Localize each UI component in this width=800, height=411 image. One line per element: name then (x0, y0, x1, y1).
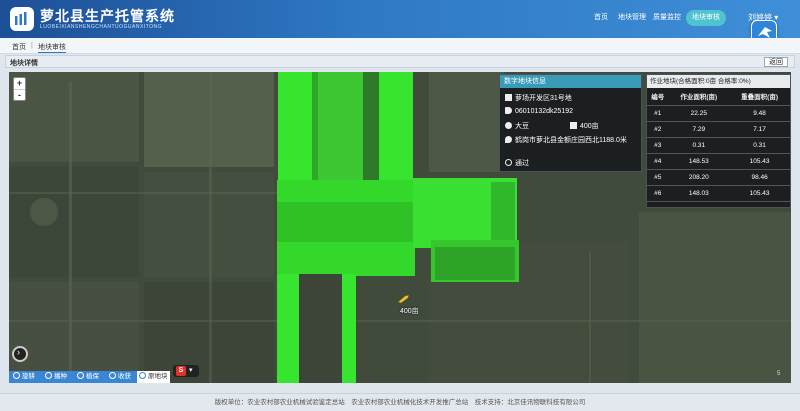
field-area-row: 400亩 (570, 121, 599, 131)
field-name: 萝场开发区31号地 (515, 95, 572, 102)
table-cell: 148.03 (668, 185, 730, 202)
field-list-icon (505, 94, 512, 101)
zoom-in-button[interactable]: + (14, 78, 25, 89)
table-cell: 208.20 (668, 169, 730, 186)
radio-icon (139, 372, 146, 379)
zoom-out-button[interactable]: - (14, 89, 25, 100)
legend-plant-protection[interactable]: 植保 (77, 372, 99, 382)
radio-icon (45, 372, 52, 379)
field-area: 400亩 (580, 123, 599, 130)
breadcrumb: 首页 | 地块审核 (0, 38, 800, 54)
table-row[interactable]: #2 7.29 7.17 (647, 121, 790, 138)
panel-title: 地块详情 (10, 60, 38, 67)
table-cell: 0.31 (668, 137, 730, 154)
panel-header: 地块详情 返回 (5, 55, 795, 68)
table-cell: 9.48 (729, 105, 790, 122)
breadcrumb-field-review[interactable]: 地块审核 (38, 42, 66, 53)
work-plot-title: 作业地块(合格面积:0亩 合格率:0%) (647, 75, 790, 88)
table-cell: #4 (647, 153, 669, 170)
table-row[interactable]: #4 148.53 105.43 (647, 153, 790, 170)
chevron-down-icon: ▾ (189, 367, 193, 374)
s-logo-icon: S (176, 366, 186, 376)
radio-icon (77, 372, 84, 379)
column-header: 编号 (647, 88, 669, 106)
app-subtitle: LUOBEIXIANSHENGCHANTUOGUANXITONG (40, 24, 163, 30)
table-cell: 105.43 (729, 153, 790, 170)
radio-icon (109, 372, 116, 379)
table-cell: #6 (647, 185, 669, 202)
zoom-control: + - (13, 77, 26, 101)
field-crop-row: 大豆 (505, 121, 529, 131)
work-plot-panel: 作业地块(合格面积:0亩 合格率:0%) 编号 作业面积(亩) 重叠面积(亩) … (646, 74, 791, 208)
field-info-panel: 数字地块信息 萝场开发区31号地 06010132dk25192 大豆 400亩… (499, 74, 642, 172)
app-title: 萝北县生产托管系统 (40, 8, 175, 24)
field-status: 通过 (515, 160, 529, 167)
back-button[interactable]: 返回 (764, 57, 788, 67)
breadcrumb-home[interactable]: 首页 (12, 42, 26, 52)
table-cell: #1 (647, 105, 669, 122)
refresh-icon (505, 159, 512, 166)
legend-sowing[interactable]: 播种 (45, 372, 67, 382)
legend-original-field[interactable]: 原地块 (137, 371, 170, 383)
field-name-row: 萝场开发区31号地 (505, 93, 572, 103)
field-location: 鹤岗市萝北县金额庄园西北1188.0米 (515, 137, 627, 144)
column-header: 重叠面积(亩) (729, 88, 790, 106)
table-row[interactable]: #5 208.20 98.46 (647, 169, 790, 186)
work-plot-table: 编号 作业面积(亩) 重叠面积(亩) #1 22.25 9.48 #2 7.29… (647, 88, 790, 202)
nav-field-review[interactable]: 地块审核 (686, 10, 726, 26)
field-crop: 大豆 (515, 123, 529, 130)
tag-icon (505, 107, 512, 114)
breadcrumb-separator: | (31, 42, 33, 49)
table-cell: #3 (647, 137, 669, 154)
table-row[interactable]: #3 0.31 0.31 (647, 137, 790, 154)
nav-field-management[interactable]: 地块管理 (614, 10, 650, 26)
play-track-button[interactable]: › (12, 346, 28, 362)
field-status-row: 通过 (505, 158, 529, 168)
field-info-title: 数字地块信息 (500, 75, 641, 88)
app-logo (10, 7, 34, 31)
play-icon: › (17, 347, 20, 357)
field-location-row: 鹤岗市萝北县金额庄园西北1188.0米 (505, 135, 627, 145)
table-cell: 7.17 (729, 121, 790, 138)
table-cell: #2 (647, 121, 669, 138)
crop-marker-icon (397, 294, 410, 304)
crop-area-label: 400亩 (400, 308, 419, 315)
nav-home[interactable]: 首页 (590, 10, 612, 26)
table-row[interactable]: #1 22.25 9.48 (647, 105, 790, 122)
field-code-row: 06010132dk25192 (505, 107, 573, 115)
map-corner-label: 5 (777, 371, 781, 377)
map-tool-button[interactable]: S ▾ (173, 365, 199, 377)
table-cell: 7.29 (668, 121, 730, 138)
legend-harvest[interactable]: 收获 (109, 372, 131, 382)
table-cell: 0.31 (729, 137, 790, 154)
table-cell: #5 (647, 169, 669, 186)
page-footer: 版权单位：农业农村部农业机械试验鉴定总站 农业农村部农业机械化技术开发推广总站 … (0, 393, 800, 410)
radio-icon (13, 372, 20, 379)
table-header-row: 编号 作业面积(亩) 重叠面积(亩) (647, 88, 790, 106)
column-header: 作业面积(亩) (668, 88, 730, 106)
grid-icon (570, 122, 577, 129)
table-cell: 22.25 (668, 105, 730, 122)
crop-icon (505, 122, 512, 129)
top-header: 萝北县生产托管系统 LUOBEIXIANSHENGCHANTUOGUANXITO… (0, 0, 800, 38)
legend-rotary-tillage[interactable]: 旋耕 (13, 372, 35, 382)
table-row[interactable]: #6 148.03 105.43 (647, 185, 790, 202)
table-cell: 105.43 (729, 185, 790, 202)
table-cell: 98.46 (729, 169, 790, 186)
table-cell: 148.53 (668, 153, 730, 170)
field-code: 06010132dk25192 (515, 108, 574, 115)
location-pin-icon (505, 136, 512, 143)
nav-quality-monitoring[interactable]: 质量监控 (649, 10, 685, 26)
